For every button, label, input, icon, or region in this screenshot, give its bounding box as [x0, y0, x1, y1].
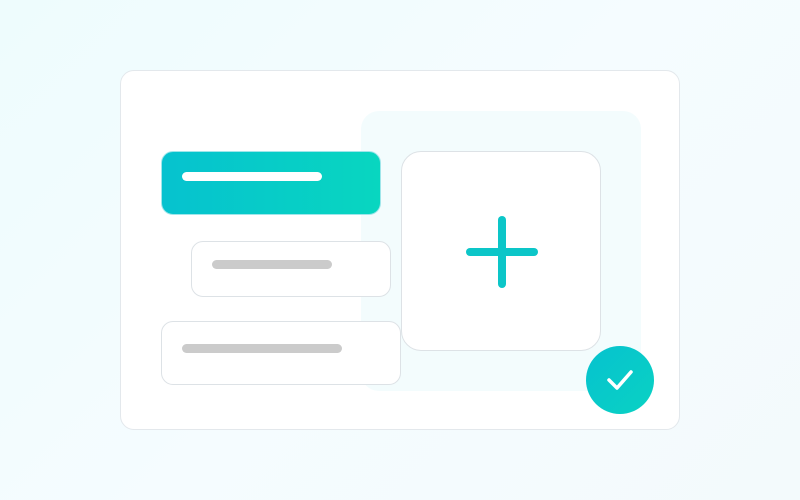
placeholder-text-bar [212, 260, 332, 269]
confirm-button[interactable] [586, 346, 654, 414]
placeholder-text-bar [182, 344, 342, 353]
list-item-selected[interactable] [161, 151, 381, 215]
list-item[interactable] [161, 321, 401, 385]
add-item-button[interactable] [401, 151, 601, 351]
plus-icon [466, 216, 538, 288]
check-icon [607, 370, 633, 390]
list-item[interactable] [191, 241, 391, 297]
placeholder-text-bar [182, 172, 322, 181]
